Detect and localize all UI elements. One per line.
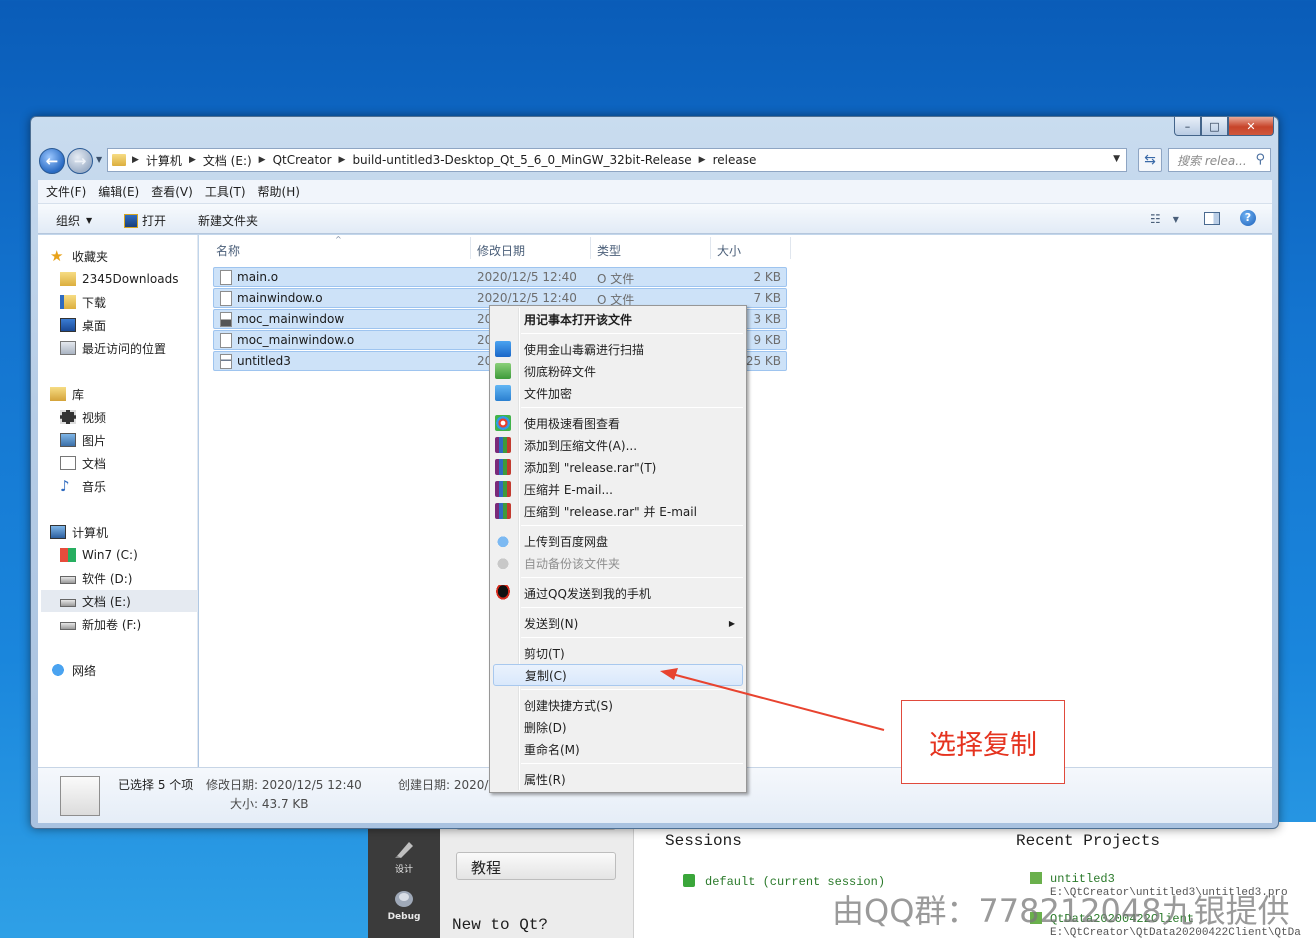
annotation-arrow bbox=[660, 668, 885, 731]
annotation-callout: 选择复制 bbox=[901, 700, 1065, 784]
watermark-text: 由QQ群：778212048九银提供 bbox=[832, 892, 1290, 930]
